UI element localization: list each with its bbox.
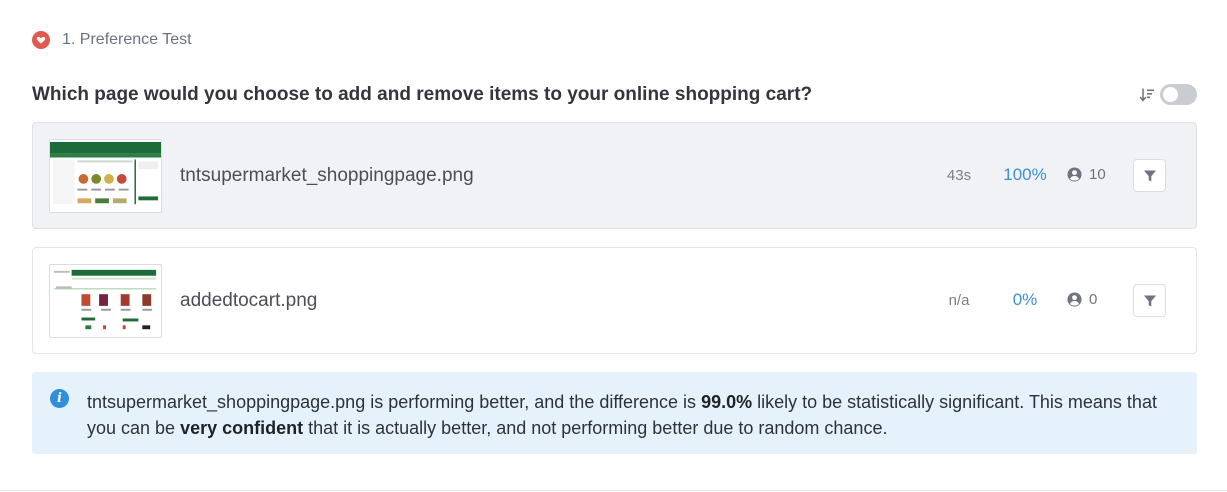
toggle-knob (1163, 87, 1178, 102)
option-thumbnail[interactable] (49, 139, 162, 213)
significance-text: tntsupermarket_shoppingpage.png is perfo… (87, 389, 1182, 441)
option-card[interactable]: addedtocart.png n/a 0% 0 (32, 247, 1197, 354)
heart-icon (32, 31, 50, 49)
user-icon (1067, 167, 1082, 182)
info-text-part: that it is actually better, and not perf… (303, 418, 888, 438)
average-time: n/a (948, 292, 970, 309)
option-filename: tntsupermarket_shoppingpage.png (180, 165, 474, 186)
info-text-part: tntsupermarket_shoppingpage.png is perfo… (87, 392, 702, 412)
significance-info-box: i tntsupermarket_shoppingpage.png is per… (32, 372, 1197, 454)
confidence-level: very confident (180, 418, 304, 438)
user-icon (1067, 292, 1082, 307)
participant-count: 0 (1067, 291, 1097, 308)
option-filename: addedtocart.png (180, 290, 318, 311)
option-thumbnail[interactable] (49, 264, 162, 338)
participant-count-value: 0 (1089, 291, 1098, 308)
sort-descending-icon[interactable] (1138, 85, 1156, 105)
filter-button[interactable] (1133, 284, 1166, 317)
significance-percent: 99.0% (701, 392, 753, 412)
sort-toggle[interactable] (1160, 84, 1197, 105)
filter-icon (1143, 170, 1156, 181)
participant-count: 10 (1067, 166, 1106, 183)
divider (0, 490, 1227, 491)
test-title: 1. Preference Test (62, 31, 192, 48)
test-header: 1. Preference Test (32, 31, 192, 49)
question-text: Which page would you choose to add and r… (32, 84, 813, 105)
filter-icon (1143, 295, 1156, 306)
preference-percent: 0% (1012, 290, 1038, 309)
info-icon: i (50, 389, 69, 408)
option-card[interactable]: tntsupermarket_shoppingpage.png 43s 100%… (32, 122, 1197, 229)
preference-percent: 100% (1003, 165, 1047, 184)
filter-button[interactable] (1133, 159, 1166, 192)
sort-controls (1138, 84, 1197, 105)
average-time: 43s (946, 167, 972, 184)
participant-count-value: 10 (1089, 166, 1106, 183)
